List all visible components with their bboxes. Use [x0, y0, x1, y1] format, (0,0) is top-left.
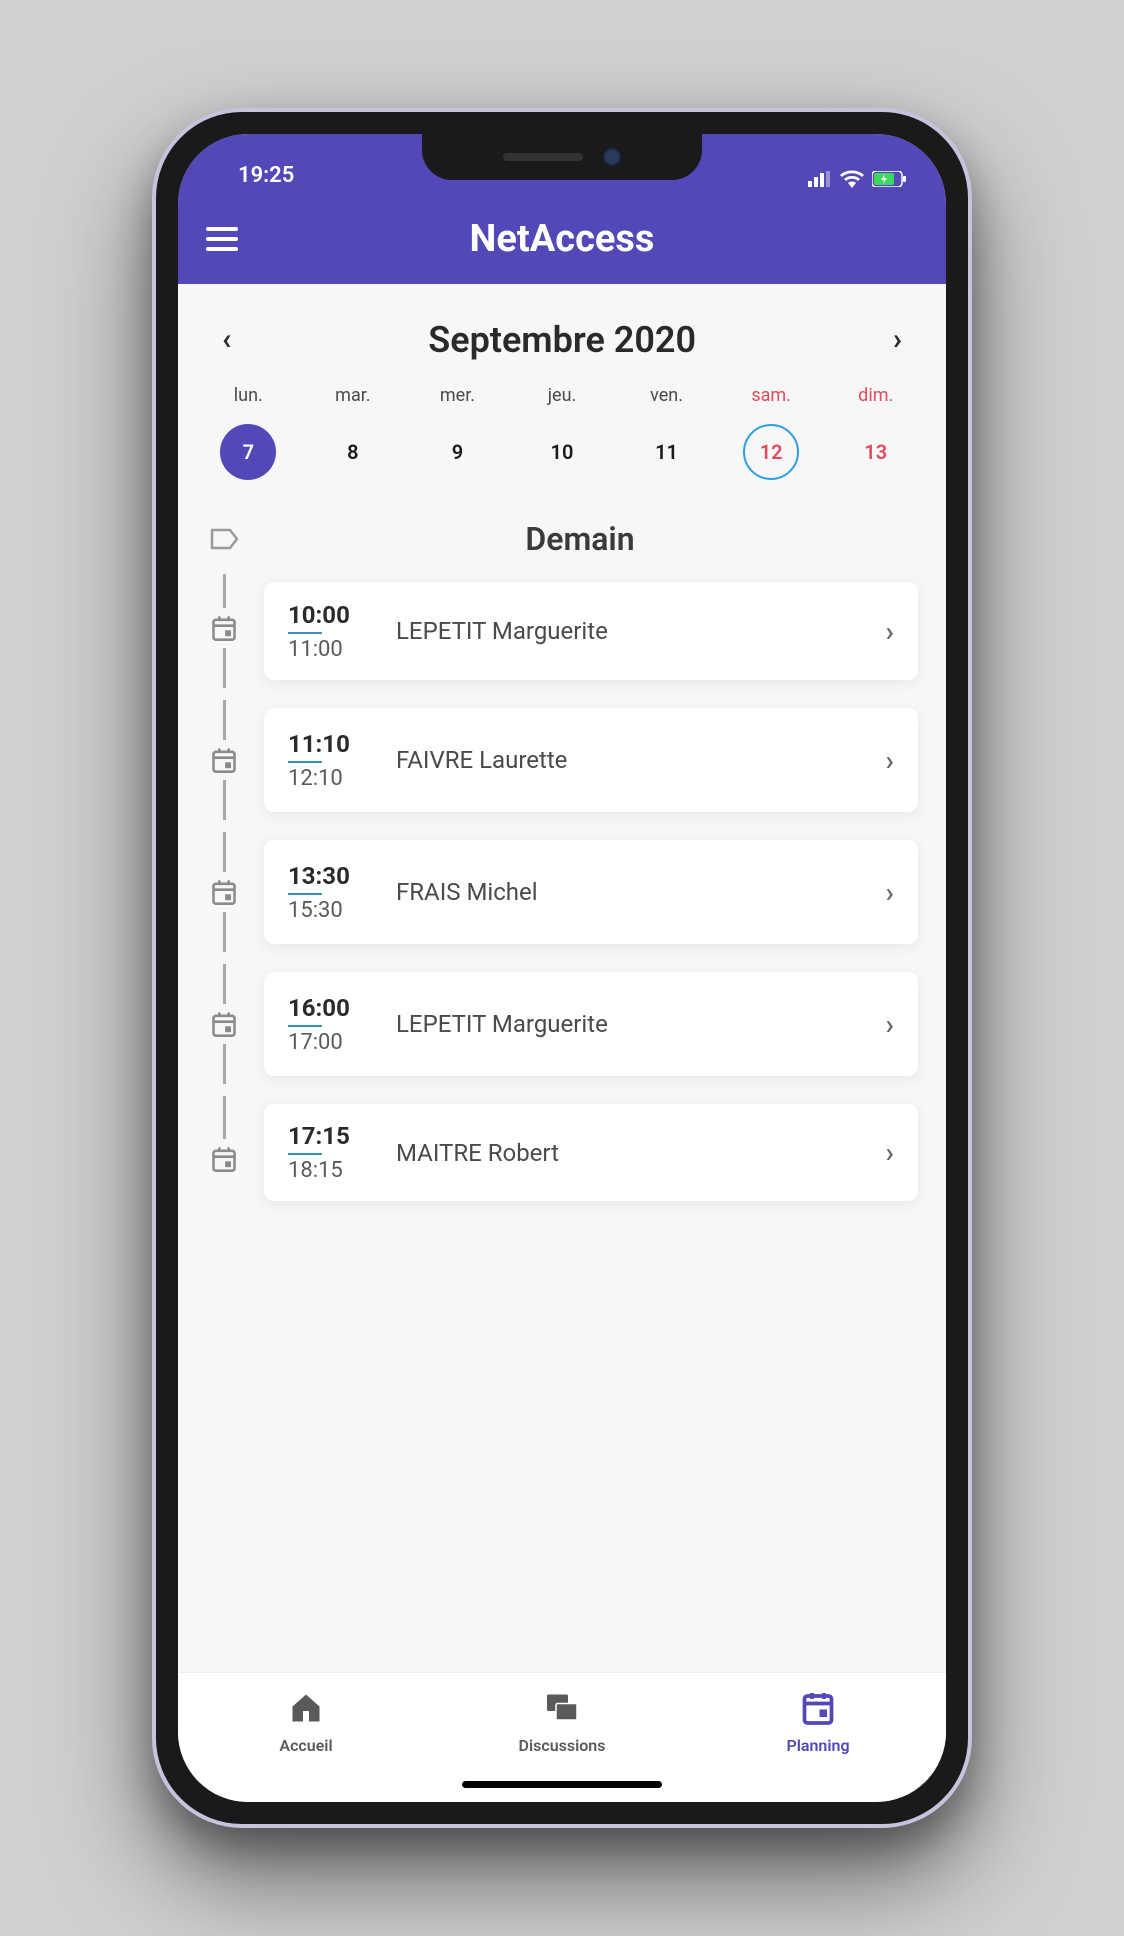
event-end-time: 17:00 — [288, 1030, 370, 1055]
day-column-9[interactable]: mer. 9 — [407, 385, 508, 480]
event-title: MAITRE Robert — [396, 1139, 860, 1167]
nav-item-accueil[interactable]: Accueil — [178, 1673, 434, 1772]
day-number: 9 — [429, 424, 485, 480]
day-number: 12 — [743, 424, 799, 480]
event-start-time: 16:00 — [288, 994, 370, 1022]
timeline-column — [206, 1090, 242, 1215]
event-times: 13:30 15:30 — [288, 862, 370, 923]
day-column-8[interactable]: mar. 8 — [303, 385, 404, 480]
month-navigator: ‹ Septembre 2020 › — [178, 284, 946, 385]
tag-icon — [206, 528, 242, 550]
event-card[interactable]: 10:00 11:00 LEPETIT Marguerite › — [264, 582, 918, 680]
day-number: 13 — [848, 424, 904, 480]
chevron-right-icon: › — [886, 615, 894, 648]
day-number: 8 — [325, 424, 381, 480]
event-times: 10:00 11:00 — [288, 601, 370, 662]
battery-icon — [872, 171, 906, 187]
wifi-icon — [840, 170, 864, 188]
event-row: 11:10 12:10 FAIVRE Laurette › — [206, 694, 918, 826]
calendar-icon — [210, 1145, 238, 1173]
day-number: 7 — [220, 424, 276, 480]
day-name: sam. — [751, 385, 791, 406]
nav-label: Planning — [786, 1736, 849, 1755]
day-name: mar. — [335, 385, 370, 406]
event-start-time: 10:00 — [288, 601, 370, 629]
event-row: 10:00 11:00 LEPETIT Marguerite › — [206, 568, 918, 694]
event-start-time: 17:15 — [288, 1122, 370, 1150]
event-times: 11:10 12:10 — [288, 730, 370, 791]
nav-item-discussions[interactable]: Discussions — [434, 1673, 690, 1772]
event-end-time: 18:15 — [288, 1158, 370, 1183]
day-column-7[interactable]: lun. 7 — [198, 385, 299, 480]
event-row: 17:15 18:15 MAITRE Robert › — [206, 1090, 918, 1215]
event-title: FRAIS Michel — [396, 878, 860, 906]
calendar-icon — [800, 1690, 836, 1730]
menu-button[interactable] — [206, 227, 238, 251]
event-card[interactable]: 13:30 15:30 FRAIS Michel › — [264, 840, 918, 944]
chevron-right-icon: › — [886, 744, 894, 777]
timeline-column — [206, 694, 242, 826]
event-end-time: 12:10 — [288, 766, 370, 791]
event-row: 13:30 15:30 FRAIS Michel › — [206, 826, 918, 958]
prev-month-button[interactable]: ‹ — [208, 312, 245, 367]
calendar-icon — [210, 1010, 238, 1038]
section-title: Demain — [282, 520, 918, 558]
nav-label: Discussions — [519, 1736, 606, 1755]
home-icon — [288, 1690, 324, 1730]
day-name: jeu. — [548, 385, 577, 406]
event-times: 16:00 17:00 — [288, 994, 370, 1055]
phone-screen: 19:25 NetAccess ‹ — [178, 134, 946, 1802]
calendar-icon — [210, 878, 238, 906]
event-card[interactable]: 17:15 18:15 MAITRE Robert › — [264, 1104, 918, 1201]
event-title: FAIVRE Laurette — [396, 746, 860, 774]
event-end-time: 15:30 — [288, 898, 370, 923]
cellular-signal-icon — [808, 171, 832, 187]
calendar-icon — [210, 746, 238, 774]
day-name: ven. — [650, 385, 683, 406]
phone-notch — [422, 134, 702, 180]
month-label: Septembre 2020 — [428, 319, 696, 361]
status-clock: 19:25 — [238, 163, 294, 188]
day-name: dim. — [858, 385, 893, 406]
day-number: 10 — [534, 424, 590, 480]
event-row: 16:00 17:00 LEPETIT Marguerite › — [206, 958, 918, 1090]
events-section: Demain 10:0011:00LEPETIT Marguerite›11:1… — [178, 510, 946, 1245]
event-end-time: 11:00 — [288, 637, 370, 662]
next-month-button[interactable]: › — [879, 312, 916, 367]
content-area: ‹ Septembre 2020 › lun. 7 mar. 8 mer. 9 jeu. 10… — [178, 284, 946, 1672]
day-column-12[interactable]: sam. 12 — [721, 385, 822, 480]
day-number: 11 — [639, 424, 695, 480]
timeline-column — [206, 568, 242, 694]
day-column-10[interactable]: jeu. 10 — [512, 385, 613, 480]
event-start-time: 11:10 — [288, 730, 370, 758]
event-times: 17:15 18:15 — [288, 1122, 370, 1183]
timeline-column — [206, 826, 242, 958]
event-start-time: 13:30 — [288, 862, 370, 890]
app-header: NetAccess — [178, 194, 946, 284]
phone-frame: 19:25 NetAccess ‹ — [152, 108, 972, 1828]
chevron-right-icon: › — [886, 1008, 894, 1041]
day-column-13[interactable]: dim. 13 — [825, 385, 926, 480]
calendar-icon — [210, 614, 238, 642]
week-strip: lun. 7 mar. 8 mer. 9 jeu. 10 ven. 11 sam. 12 dim. 13 — [178, 385, 946, 510]
status-indicators — [808, 170, 906, 188]
chevron-right-icon: › — [886, 1136, 894, 1169]
nav-label: Accueil — [279, 1736, 332, 1755]
chevron-right-icon: › — [886, 876, 894, 909]
event-card[interactable]: 11:10 12:10 FAIVRE Laurette › — [264, 708, 918, 812]
section-header: Demain — [206, 520, 918, 558]
event-card[interactable]: 16:00 17:00 LEPETIT Marguerite › — [264, 972, 918, 1076]
event-title: LEPETIT Marguerite — [396, 1010, 860, 1038]
day-name: lun. — [234, 385, 263, 406]
nav-item-planning[interactable]: Planning — [690, 1673, 946, 1772]
chat-icon — [544, 1690, 580, 1730]
app-title: NetAccess — [470, 217, 655, 261]
day-column-11[interactable]: ven. 11 — [616, 385, 717, 480]
day-name: mer. — [440, 385, 475, 406]
event-title: LEPETIT Marguerite — [396, 617, 860, 645]
home-indicator[interactable] — [462, 1781, 662, 1788]
timeline-column — [206, 958, 242, 1090]
